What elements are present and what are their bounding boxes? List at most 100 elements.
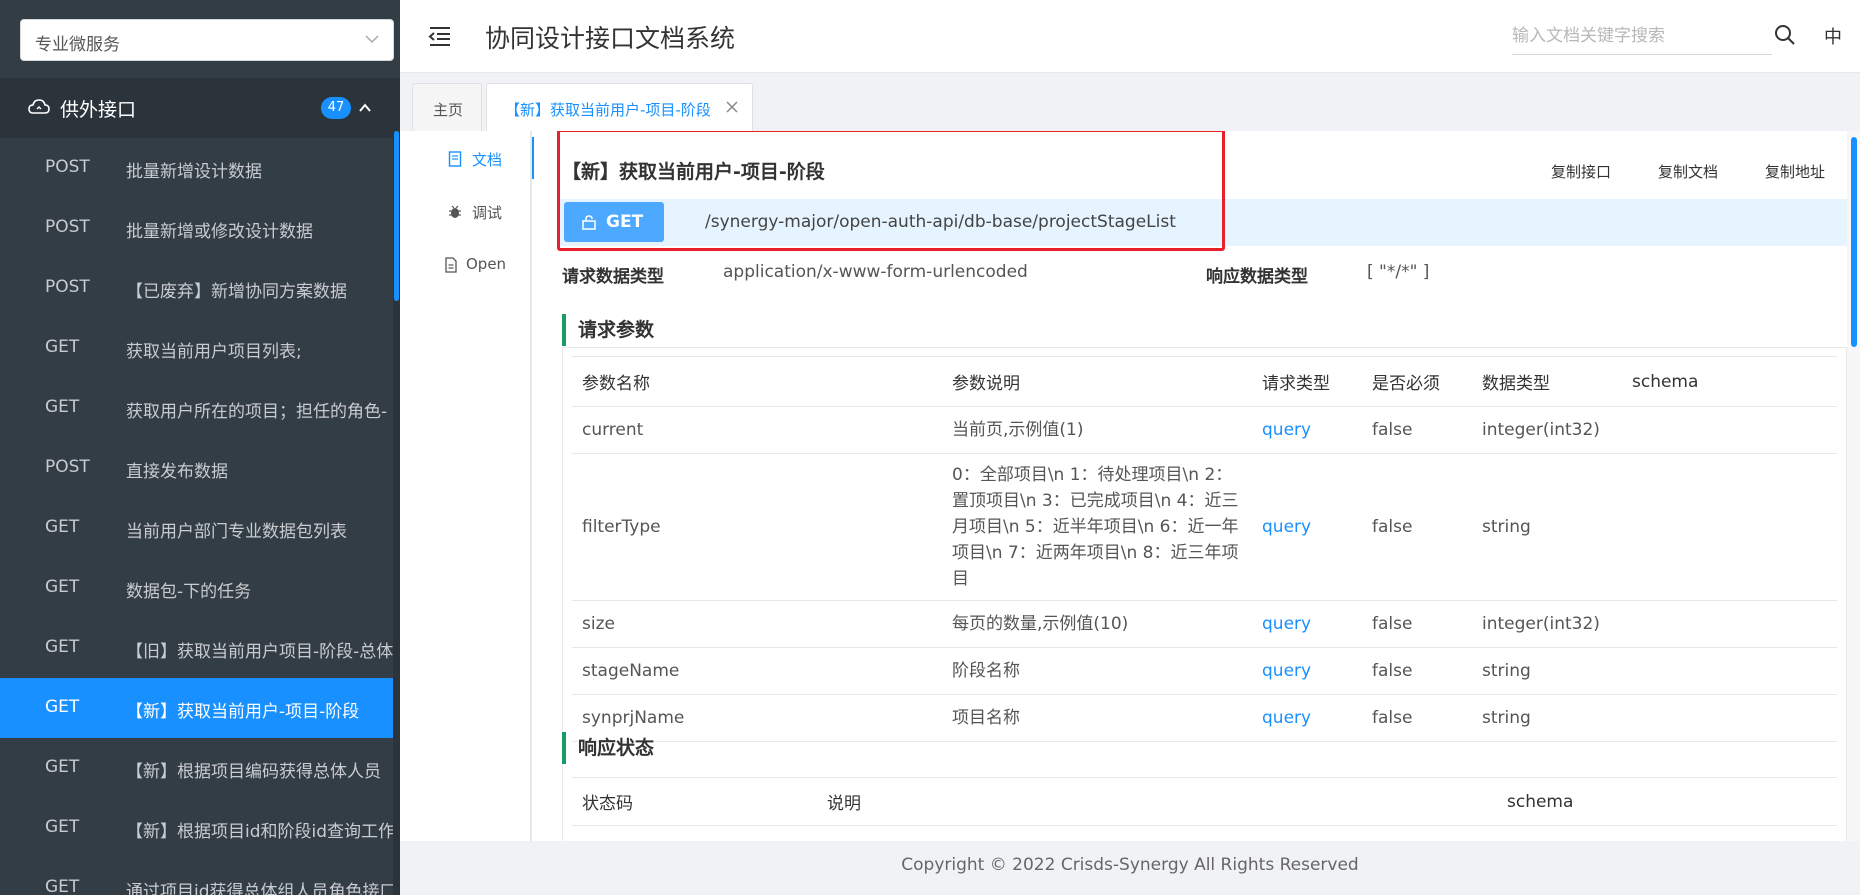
content-scrollbar-thumb[interactable] [1851, 137, 1857, 347]
copy-api-button[interactable]: 复制接口 [1551, 161, 1611, 182]
group-label: 供外接口 [60, 99, 137, 121]
api-method: GET [45, 877, 80, 895]
api-title: 【新】获取当前用户-项目-阶段 [562, 161, 825, 183]
api-list: POST 批量新增设计数据 POST 批量新增或修改设计数据 POST 【已废弃】新增协同… [0, 138, 393, 895]
copy-url-button[interactable]: 复制地址 [1765, 161, 1825, 182]
api-list-item[interactable]: GET 【新】根据项目编码获得总体人员 [0, 738, 393, 798]
content-scrollbar[interactable] [1847, 131, 1860, 841]
api-list-item[interactable]: GET 获取用户所在的项目；担任的角色- [0, 378, 393, 438]
vtab-debug-label: 调试 [472, 204, 503, 222]
content-panel: 文档 调试 Open 【新】获取当前用户-项目-阶段 复制接口 复制文档 复制地… [400, 131, 1860, 841]
param-required: false [1362, 406, 1472, 454]
tab-bar: 主页 【新】获取当前用户-项目-阶段 [400, 73, 1860, 131]
vtab-open-label: Open [466, 255, 507, 273]
api-doc: 【新】获取当前用户-项目-阶段 复制接口 复制文档 复制地址 GET /syne… [532, 131, 1847, 841]
api-method: GET [45, 577, 80, 597]
params-header-cell: 参数名称 [572, 356, 942, 407]
response-table: 状态码 说明 schema [572, 777, 1837, 826]
api-method: GET [45, 397, 80, 417]
service-select-value: 专业微服务 [35, 35, 120, 55]
params-header-cell: 请求类型 [1252, 356, 1362, 407]
api-list-item[interactable]: POST 批量新增设计数据 [0, 138, 393, 198]
params-header-cell: 是否必须 [1362, 356, 1472, 407]
param-type: string [1472, 453, 1622, 601]
params-header-cell: 数据类型 [1472, 356, 1622, 407]
param-name: filterType [572, 453, 942, 601]
api-list-item[interactable]: POST 【已废弃】新增协同方案数据 [0, 258, 393, 318]
doc-side-tabs: 文档 调试 Open [400, 131, 534, 841]
param-in: query [1252, 600, 1362, 648]
response-header-cell: 说明 [817, 777, 1497, 826]
api-title: 批量新增设计数据 [126, 162, 262, 182]
tab-home[interactable]: 主页 [412, 83, 482, 131]
service-select[interactable]: 专业微服务 [20, 19, 394, 61]
vtab-doc[interactable]: 文档 [400, 137, 534, 179]
param-desc: 0：全部项目\n 1：待处理项目\n 2：置顶项目\n 3：已完成项目\n 4：… [942, 453, 1252, 601]
param-in: query [1252, 453, 1362, 601]
api-title: 直接发布数据 [126, 462, 228, 482]
param-required: false [1362, 694, 1472, 742]
vtab-open[interactable]: Open [400, 243, 532, 285]
api-list-item[interactable]: GET 【新】根据项目id和阶段id查询工作 [0, 798, 393, 858]
param-in: query [1252, 647, 1362, 695]
param-in: query [1252, 694, 1362, 742]
group-header-external-api[interactable]: 供外接口 47 [0, 78, 400, 138]
param-schema [1622, 600, 1837, 648]
file-icon [445, 257, 457, 273]
request-type-label: 请求数据类型 [562, 267, 664, 287]
param-name: current [572, 406, 942, 454]
api-list-item[interactable]: GET 通过项目id获得总体组人员角色接口 [0, 858, 393, 895]
tab-current-api[interactable]: 【新】获取当前用户-项目-阶段 [486, 83, 753, 131]
copyright-text: Copyright © 2022 Crisds-Synergy All Righ… [901, 855, 1359, 875]
api-method: GET [45, 517, 80, 537]
api-list-item[interactable]: GET 【新】获取当前用户-项目-阶段 [0, 678, 393, 738]
sidebar-scrollbar-thumb[interactable] [394, 131, 399, 301]
method-badge[interactable]: GET [564, 202, 664, 242]
search-icon[interactable] [1774, 24, 1796, 46]
footer: Copyright © 2022 Crisds-Synergy All Righ… [400, 841, 1860, 895]
vtab-debug[interactable]: 调试 [400, 190, 532, 232]
params-row: synprjName 项目名称 query false string [572, 694, 1837, 742]
params-section-title: 请求参数 [562, 314, 654, 346]
params-header-cell: schema [1622, 356, 1837, 407]
api-title: 【新】根据项目编码获得总体人员 [126, 762, 381, 782]
api-method: POST [45, 157, 90, 177]
api-title: 获取用户所在的项目；担任的角色- [126, 402, 388, 422]
api-list-item[interactable]: GET 【旧】获取当前用户项目-阶段-总体 [0, 618, 393, 678]
tab-current-label: 【新】获取当前用户-项目-阶段 [505, 101, 711, 119]
response-type-label: 响应数据类型 [1206, 267, 1308, 287]
param-type: integer(int32) [1472, 600, 1622, 648]
search-input[interactable] [1512, 17, 1772, 55]
api-path: /synergy-major/open-auth-api/db-base/pro… [705, 212, 1176, 232]
param-schema [1622, 694, 1837, 742]
copy-doc-button[interactable]: 复制文档 [1658, 161, 1718, 182]
document-icon [448, 151, 462, 167]
tab-home-label: 主页 [433, 101, 464, 119]
cloud-icon [28, 99, 50, 114]
api-list-item[interactable]: GET 当前用户部门专业数据包列表 [0, 498, 393, 558]
api-method: POST [45, 277, 90, 297]
response-section-title: 响应状态 [562, 732, 654, 764]
api-list-item[interactable]: POST 批量新增或修改设计数据 [0, 198, 393, 258]
api-method: GET [45, 817, 80, 837]
api-list-item[interactable]: GET 数据包-下的任务 [0, 558, 393, 618]
api-method: POST [45, 457, 90, 477]
group-count-badge: 47 [321, 97, 351, 119]
params-header-cell: 参数说明 [942, 356, 1252, 407]
param-desc: 项目名称 [942, 694, 1252, 742]
api-list-item[interactable]: GET 获取当前用户项目列表; [0, 318, 393, 378]
param-name: stageName [572, 647, 942, 695]
api-title: 获取当前用户项目列表; [126, 342, 302, 362]
top-header: 协同设计接口文档系统 中 [400, 0, 1860, 73]
language-switch[interactable]: 中 [1824, 23, 1842, 49]
url-bar: GET /synergy-major/open-auth-api/db-base… [560, 199, 1847, 246]
close-icon[interactable] [725, 100, 739, 114]
api-title: 【新】获取当前用户-项目-阶段 [126, 702, 360, 722]
menu-fold-icon[interactable] [428, 25, 452, 47]
params-row: size 每页的数量,示例值(10) query false integer(int32… [572, 600, 1837, 648]
api-title: 数据包-下的任务 [126, 582, 252, 602]
api-title: 批量新增或修改设计数据 [126, 222, 313, 242]
params-table: 参数名称 参数说明 请求类型 是否必须 数据类型 schema current 当前页,示例… [572, 356, 1837, 742]
api-list-item[interactable]: POST 直接发布数据 [0, 438, 393, 498]
chevron-up-icon[interactable] [358, 101, 372, 115]
